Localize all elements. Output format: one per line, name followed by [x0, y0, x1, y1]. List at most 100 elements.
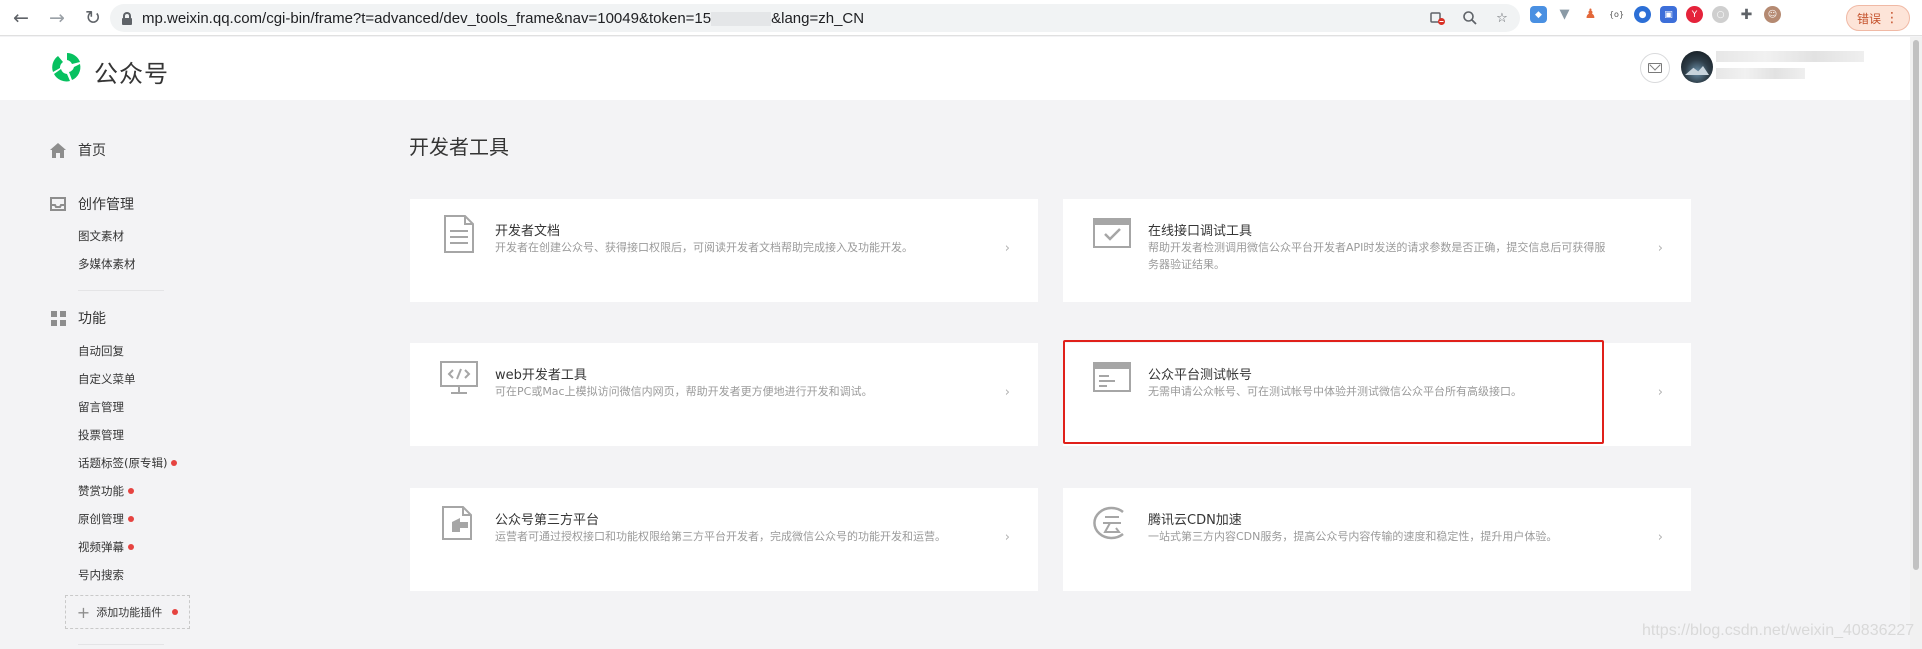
watermark-text: https://blog.csdn.net/weixin_40836227	[1642, 622, 1915, 639]
nav-features-label: 功能	[78, 311, 106, 327]
sidebar-item-label: 原创管理	[78, 512, 124, 526]
message-button[interactable]	[1640, 53, 1670, 83]
card-title: 腾讯云CDN加速	[1148, 513, 1242, 528]
sidebar-item-rewards[interactable]: 赞赏功能	[78, 483, 134, 499]
card-web-dev-tools[interactable]: web开发者工具 可在PC或Mac上模拟访问微信内网页，帮助开发者更方便地进行开…	[410, 343, 1038, 446]
brand-name[interactable]: 公众号	[94, 54, 169, 89]
nav-home-label: 首页	[78, 143, 106, 159]
card-description: 运营者可通过授权接口和功能权限给第三方平台开发者，完成微信公众号的功能开发和运营…	[495, 530, 946, 543]
add-plugin-label: 添加功能插件	[96, 606, 163, 619]
sidebar-item-label: 自定义菜单	[78, 372, 136, 386]
sidebar-item-custom-menu[interactable]: 自定义菜单	[78, 371, 136, 387]
debug-window-icon	[1093, 218, 1131, 248]
address-bar[interactable]: mp.weixin.qq.com/cgi-bin/frame?t=advance…	[110, 4, 1520, 32]
card-tencent-cdn[interactable]: 腾讯云CDN加速 一站式第三方内容CDN服务，提高公众号内容传输的速度和稳定性，…	[1063, 488, 1691, 591]
sidebar-item-label: 号内搜索	[78, 568, 124, 582]
blocked-icon[interactable]	[1428, 8, 1448, 28]
chevron-right-icon: ›	[1004, 385, 1010, 400]
nav-creation[interactable]: 创作管理	[50, 194, 134, 214]
extension-icon[interactable]: ▼	[1556, 6, 1573, 23]
sidebar-item-multimedia[interactable]: 多媒体素材	[78, 256, 136, 272]
nav-creation-label: 创作管理	[78, 197, 134, 213]
sidebar-item-in-account-search[interactable]: 号内搜索	[78, 567, 124, 583]
chevron-right-icon: ›	[1657, 385, 1663, 400]
nav-home[interactable]: 首页	[50, 140, 106, 160]
card-title: 公众平台测试帐号	[1148, 368, 1253, 383]
cloud-icon	[1093, 506, 1124, 540]
sidebar-item-label: 视频弹幕	[78, 540, 124, 554]
url-text: mp.weixin.qq.com/cgi-bin/frame?t=advance…	[142, 10, 864, 27]
card-title: 在线接口调试工具	[1148, 224, 1253, 239]
sidebar-item-auto-reply[interactable]: 自动回复	[78, 343, 124, 359]
puzzle-icon[interactable]: ✚	[1738, 6, 1755, 23]
nav-divider	[78, 644, 164, 645]
sidebar-item-video-danmaku[interactable]: 视频弹幕	[78, 539, 134, 555]
card-title: 公众号第三方平台	[495, 513, 600, 528]
back-icon[interactable]: ←	[8, 5, 34, 31]
sidebar: 首页 创作管理 图文素材 多媒体素材 功能 自动回复 自定义菜单 留言管理 投票…	[0, 100, 300, 649]
extension-icon[interactable]: ▣	[1660, 6, 1677, 23]
new-badge-dot	[171, 460, 178, 466]
document-icon	[444, 215, 474, 253]
url-suffix: &lang=zh_CN	[771, 9, 865, 27]
reload-icon[interactable]: ↻	[80, 5, 106, 31]
nav-divider	[78, 290, 164, 291]
sidebar-item-topic-tags[interactable]: 话题标签(原专辑)	[78, 455, 178, 471]
card-description: 一站式第三方内容CDN服务，提高公众号内容传输的速度和稳定性，提升用户体验。	[1148, 530, 1558, 543]
profile-error-button[interactable]: 错误 ⋮	[1846, 5, 1910, 31]
account-name-redacted[interactable]	[1716, 51, 1864, 85]
lock-icon	[122, 11, 132, 25]
bookmark-star-icon[interactable]: ☆	[1492, 8, 1512, 28]
card-title: web开发者工具	[495, 368, 587, 383]
wechat-logo-icon[interactable]	[50, 50, 84, 84]
zoom-icon[interactable]	[1460, 8, 1480, 28]
sidebar-item-comments[interactable]: 留言管理	[78, 399, 124, 415]
browser-toolbar: ← → ↻ mp.weixin.qq.com/cgi-bin/frame?t=a…	[0, 0, 1922, 36]
new-badge-dot	[128, 544, 134, 550]
extension-icon[interactable]: ◆	[1530, 6, 1547, 23]
sidebar-item-label: 留言管理	[78, 400, 124, 414]
home-icon	[50, 142, 66, 158]
url-prefix: mp.weixin.qq.com/cgi-bin/frame?t=advance…	[142, 9, 712, 27]
card-description: 开发者在创建公众号、获得接口权限后，可阅读开发者文档帮助完成接入及功能开发。	[495, 241, 913, 254]
chevron-right-icon: ›	[1004, 241, 1010, 256]
menu-dots-icon: ⋮	[1885, 10, 1899, 26]
chevron-right-icon: ›	[1657, 241, 1663, 256]
new-badge-dot	[128, 516, 134, 522]
sidebar-item-original[interactable]: 原创管理	[78, 511, 134, 527]
sidebar-item-rich-media[interactable]: 图文素材	[78, 228, 124, 244]
sidebar-item-label: 赞赏功能	[78, 484, 124, 498]
sidebar-item-voting[interactable]: 投票管理	[78, 427, 124, 443]
nav-features[interactable]: 功能	[50, 308, 106, 328]
sidebar-item-label: 自动回复	[78, 344, 124, 358]
card-developer-docs[interactable]: 开发者文档 开发者在创建公众号、获得接口权限后，可阅读开发者文档帮助完成接入及功…	[410, 199, 1038, 302]
card-description: 帮助开发者检测调用微信公众平台开发者API时发送的请求参数是否正确，提交信息后可…	[1148, 241, 1606, 271]
chevron-right-icon: ›	[1004, 530, 1010, 545]
mail-icon	[1648, 63, 1662, 73]
card-description: 无需申请公众帐号、可在测试帐号中体验并测试微信公众平台所有高级接口。	[1148, 385, 1522, 398]
user-avatar-icon[interactable]: ☺	[1764, 6, 1781, 23]
test-window-icon	[1093, 362, 1131, 392]
sidebar-item-label: 投票管理	[78, 428, 124, 442]
url-redacted	[711, 11, 772, 26]
page-title: 开发者工具	[409, 135, 509, 159]
new-badge-dot	[172, 609, 179, 615]
card-test-account[interactable]: 公众平台测试帐号 无需申请公众帐号、可在测试帐号中体验并测试微信公众平台所有高级…	[1063, 343, 1691, 446]
card-third-party-platform[interactable]: 公众号第三方平台 运营者可通过授权接口和功能权限给第三方平台开发者，完成微信公众…	[410, 488, 1038, 591]
sidebar-item-label: 话题标签(原专辑)	[78, 456, 168, 470]
forward-icon[interactable]: →	[44, 5, 70, 31]
grid-icon	[50, 310, 66, 326]
extension-icon[interactable]: ♟	[1582, 6, 1599, 23]
scrollbar-thumb[interactable]	[1913, 40, 1919, 570]
account-avatar[interactable]	[1681, 51, 1713, 83]
card-online-api-debug[interactable]: 在线接口调试工具 帮助开发者检测调用微信公众平台开发者API时发送的请求参数是否…	[1063, 199, 1691, 302]
add-plugin-button[interactable]: + 添加功能插件	[65, 595, 190, 629]
extensions-bar: ◆ ▼ ♟ {o} ● ▣ Y ○ ✚ ☺	[1530, 6, 1781, 23]
extension-icon[interactable]: ●	[1634, 6, 1651, 23]
extension-icon[interactable]: Y	[1686, 6, 1703, 23]
extension-icon[interactable]: ○	[1712, 6, 1729, 23]
json-extension-icon[interactable]: {o}	[1608, 6, 1625, 23]
card-title: 开发者文档	[495, 224, 561, 239]
site-header: 公众号	[0, 37, 1922, 100]
chevron-right-icon: ›	[1657, 530, 1663, 545]
